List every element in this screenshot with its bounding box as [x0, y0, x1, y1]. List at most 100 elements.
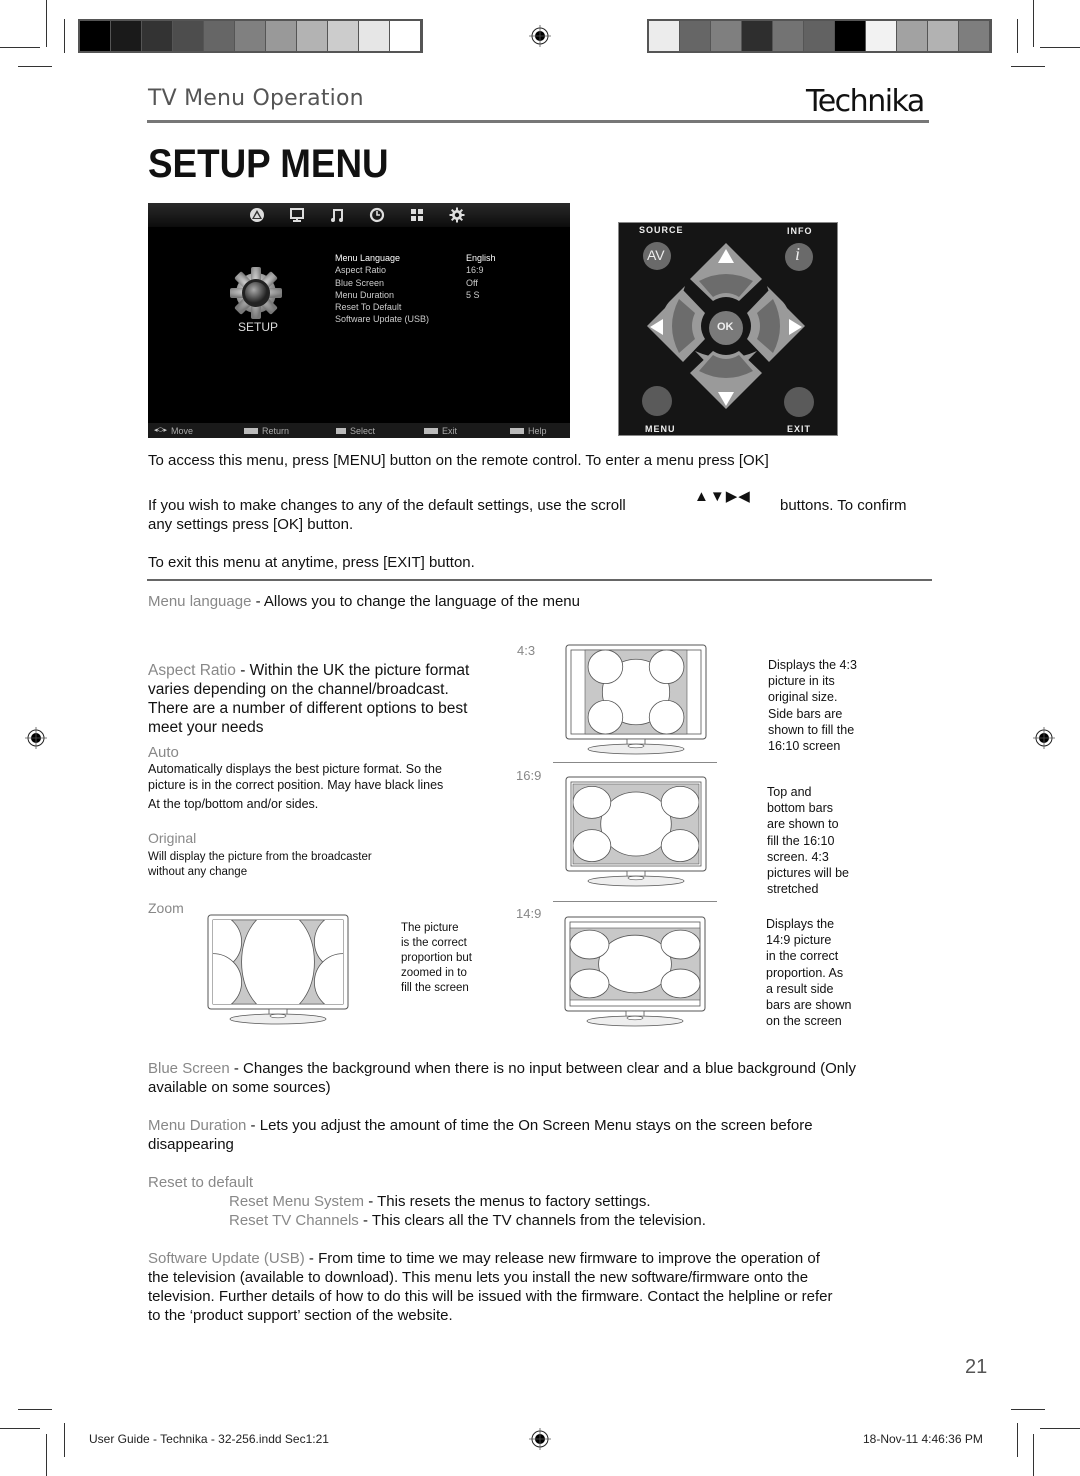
remote-exit-label: EXIT [787, 424, 812, 434]
instruction-change-cont: buttons. To confirm [780, 497, 907, 514]
setup-gear-icon [230, 267, 282, 319]
crop-mark [0, 47, 40, 48]
osd-item-value: 16:9 [466, 265, 484, 276]
osd-item-label: Blue Screen [335, 277, 385, 288]
note-line: 14:9 picture [766, 933, 832, 948]
picture-circle [573, 829, 612, 862]
note-line: picture in its [768, 674, 835, 689]
color-swatch [359, 21, 389, 51]
note-line: shown to fill the [768, 722, 855, 737]
footer-timestamp: 18-Nov-11 4:46:36 PM [863, 1432, 983, 1446]
registration-mark-icon [529, 1428, 551, 1450]
ratio-16-9-note: Top and bottom bars are shown to fill the 1… [767, 784, 849, 897]
crop-mark [46, 0, 47, 47]
color-swatch [773, 21, 803, 51]
picture-circle [648, 700, 685, 734]
color-swatch [80, 21, 110, 51]
zoom-note: The picture is the correct proportion but z… [401, 921, 472, 996]
crop-mark [0, 1428, 40, 1429]
tv-4-3-diagram [565, 644, 707, 755]
note-line: in the correct [766, 949, 839, 964]
crop-mark [46, 1434, 47, 1476]
note-line: is the correct [401, 937, 467, 949]
color-swatch [111, 21, 141, 51]
osd-hint-move: ◂⬭▸ Move [154, 425, 194, 436]
osd-item-label: Menu Duration [335, 289, 395, 300]
menu-key-icon [244, 427, 258, 434]
instruction-exit: To exit this menu at anytime, press [EXI… [148, 554, 475, 571]
tv-16-9-diagram [565, 776, 707, 887]
picture-circle [570, 968, 610, 999]
note-line: stretched [767, 882, 819, 897]
color-swatch [649, 21, 679, 51]
music-icon [328, 206, 346, 224]
osd-menu-item: Menu Language English [335, 252, 496, 264]
color-swatch [897, 21, 927, 51]
reset-menu-description: Reset Menu System - This resets the menu… [229, 1193, 651, 1210]
note-line: on the screen [766, 1014, 842, 1029]
original-heading: Original [148, 830, 197, 846]
registration-mark-icon [529, 25, 551, 47]
color-swatch [928, 21, 958, 51]
note-line: Top and [767, 785, 812, 799]
header-divider [147, 120, 929, 123]
registration-mark-icon [25, 727, 47, 749]
picture-circle [573, 786, 612, 819]
tv-stand-joint [269, 1013, 287, 1019]
picture-circle [600, 791, 672, 857]
crop-mark [1017, 1423, 1018, 1457]
monitor-icon [288, 206, 306, 224]
note-line: bottom bars [767, 801, 834, 816]
menu-duration-description: Menu Duration - Lets you adjust the amou… [148, 1117, 813, 1153]
picture-circle [648, 650, 685, 684]
section-divider [147, 579, 932, 581]
blue-screen-description: Blue Screen - Changes the background whe… [148, 1060, 856, 1096]
crop-mark [18, 1409, 52, 1410]
calibration-strip-right [647, 19, 992, 53]
color-swatch [297, 21, 327, 51]
note-line: zoomed in to [401, 967, 467, 979]
settings-icon [448, 206, 466, 224]
osd-menu-item: Reset To Default [335, 301, 496, 313]
note-line: Side bars are [768, 706, 843, 721]
ok-button: OK [717, 321, 734, 333]
menu-language-description: Menu language - Allows you to change the… [148, 593, 580, 610]
note-line: fill the screen [401, 982, 469, 994]
note-line: a result side [766, 981, 834, 996]
picture-circle [598, 934, 672, 994]
osd-section-label: SETUP [238, 320, 279, 334]
arrows-icon: ◂⬭▸ [154, 427, 168, 434]
crop-mark [1011, 1409, 1045, 1410]
instruction-confirm: any settings press [OK] button. [148, 516, 354, 533]
info-key-icon [510, 427, 524, 434]
note-line: are shown to [767, 817, 839, 832]
picture-circle [660, 829, 699, 862]
tv-stand-joint [627, 875, 645, 881]
note-line: bars are shown [766, 998, 852, 1013]
crop-mark [1011, 66, 1045, 67]
ratio-16-9-label: 16:9 [516, 768, 542, 783]
page-number: 21 [965, 1356, 988, 1378]
osd-hint-return: Return [244, 426, 289, 436]
note-line: 16:10 screen [768, 739, 841, 754]
av-button: AV [647, 247, 665, 263]
color-swatch [142, 21, 172, 51]
picture-shapes [587, 650, 685, 734]
reset-tv-description: Reset TV Channels - This clears all the … [229, 1212, 706, 1229]
picture-circle [241, 920, 315, 1004]
tv-stand-joint [627, 743, 645, 749]
crop-mark [1033, 0, 1034, 47]
osd-menu-item: Software Update (USB) [335, 313, 496, 325]
color-swatch [390, 21, 420, 51]
osd-setup-menu-screenshot: SETUP Menu Language English Aspect Ratio 16… [148, 203, 570, 438]
page-title: SETUP MENU [148, 142, 389, 186]
color-swatch [835, 21, 865, 51]
aspect-ratio-description: Aspect Ratio - Within the UK the picture… [148, 662, 470, 736]
crop-mark [1040, 47, 1080, 48]
ratio-4-3-label: 4:3 [517, 643, 536, 658]
crop-mark [1017, 19, 1018, 53]
scroll-arrows-icon: ▲▼▶◀ [694, 488, 751, 505]
osd-settings-list: Menu Language English Aspect Ratio 16:9 Blue… [335, 252, 496, 326]
note-line: proportion but [401, 952, 472, 964]
clock-icon [368, 206, 386, 224]
